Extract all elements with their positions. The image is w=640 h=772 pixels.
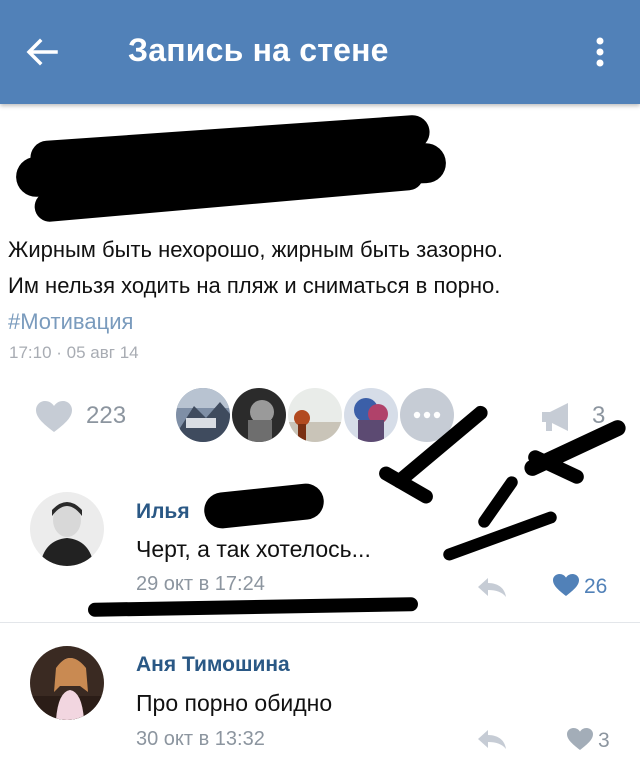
heart-icon[interactable] (552, 573, 580, 597)
liker-avatar[interactable] (344, 388, 398, 442)
comment-date: 30 окт в 13:32 (136, 728, 265, 750)
avatar[interactable] (30, 492, 104, 566)
megaphone-icon[interactable] (540, 402, 576, 432)
liker-avatar[interactable] (176, 388, 230, 442)
page-title: Запись на стене (128, 32, 389, 68)
post-text-line: Им нельзя ходить на пляж и сниматься в п… (8, 273, 501, 298)
comment-like-count: 3 (598, 729, 610, 752)
redaction-scribble-line (87, 597, 419, 617)
hashtag-link[interactable]: #Мотивация (8, 304, 628, 340)
liker-avatar[interactable] (288, 388, 342, 442)
liker-avatar[interactable] (232, 388, 286, 442)
arrow-left-icon[interactable] (20, 30, 64, 74)
heart-icon[interactable] (566, 727, 594, 751)
more-horizontal-icon (413, 411, 441, 419)
app-header: Запись на стене (0, 0, 640, 104)
comment-author-name[interactable]: Илья (136, 500, 190, 524)
avatar[interactable] (30, 646, 104, 720)
comment-date: 29 окт в 17:24 (136, 573, 265, 595)
reply-icon[interactable] (476, 728, 508, 750)
divider (0, 622, 640, 623)
more-vertical-icon[interactable] (584, 30, 616, 74)
like-count: 223 (86, 402, 127, 429)
comment-text: Черт, а так хотелось... (136, 536, 371, 562)
post-body: Жирным быть нехорошо, жирным быть зазорн… (8, 232, 628, 340)
post-text-line: Жирным быть нехорошо, жирным быть зазорн… (8, 237, 503, 262)
comment-text: Про порно обидно (136, 690, 333, 716)
heart-icon[interactable] (34, 400, 74, 434)
reply-icon[interactable] (476, 576, 508, 598)
comment-author-name[interactable]: Аня Тимошина (136, 653, 290, 677)
post-actions-row: 223 3 (0, 386, 640, 446)
comment-like-count: 26 (584, 575, 608, 598)
post-date: 17:10 · 05 авг 14 (9, 343, 139, 362)
redaction-scribble-name (202, 481, 326, 531)
